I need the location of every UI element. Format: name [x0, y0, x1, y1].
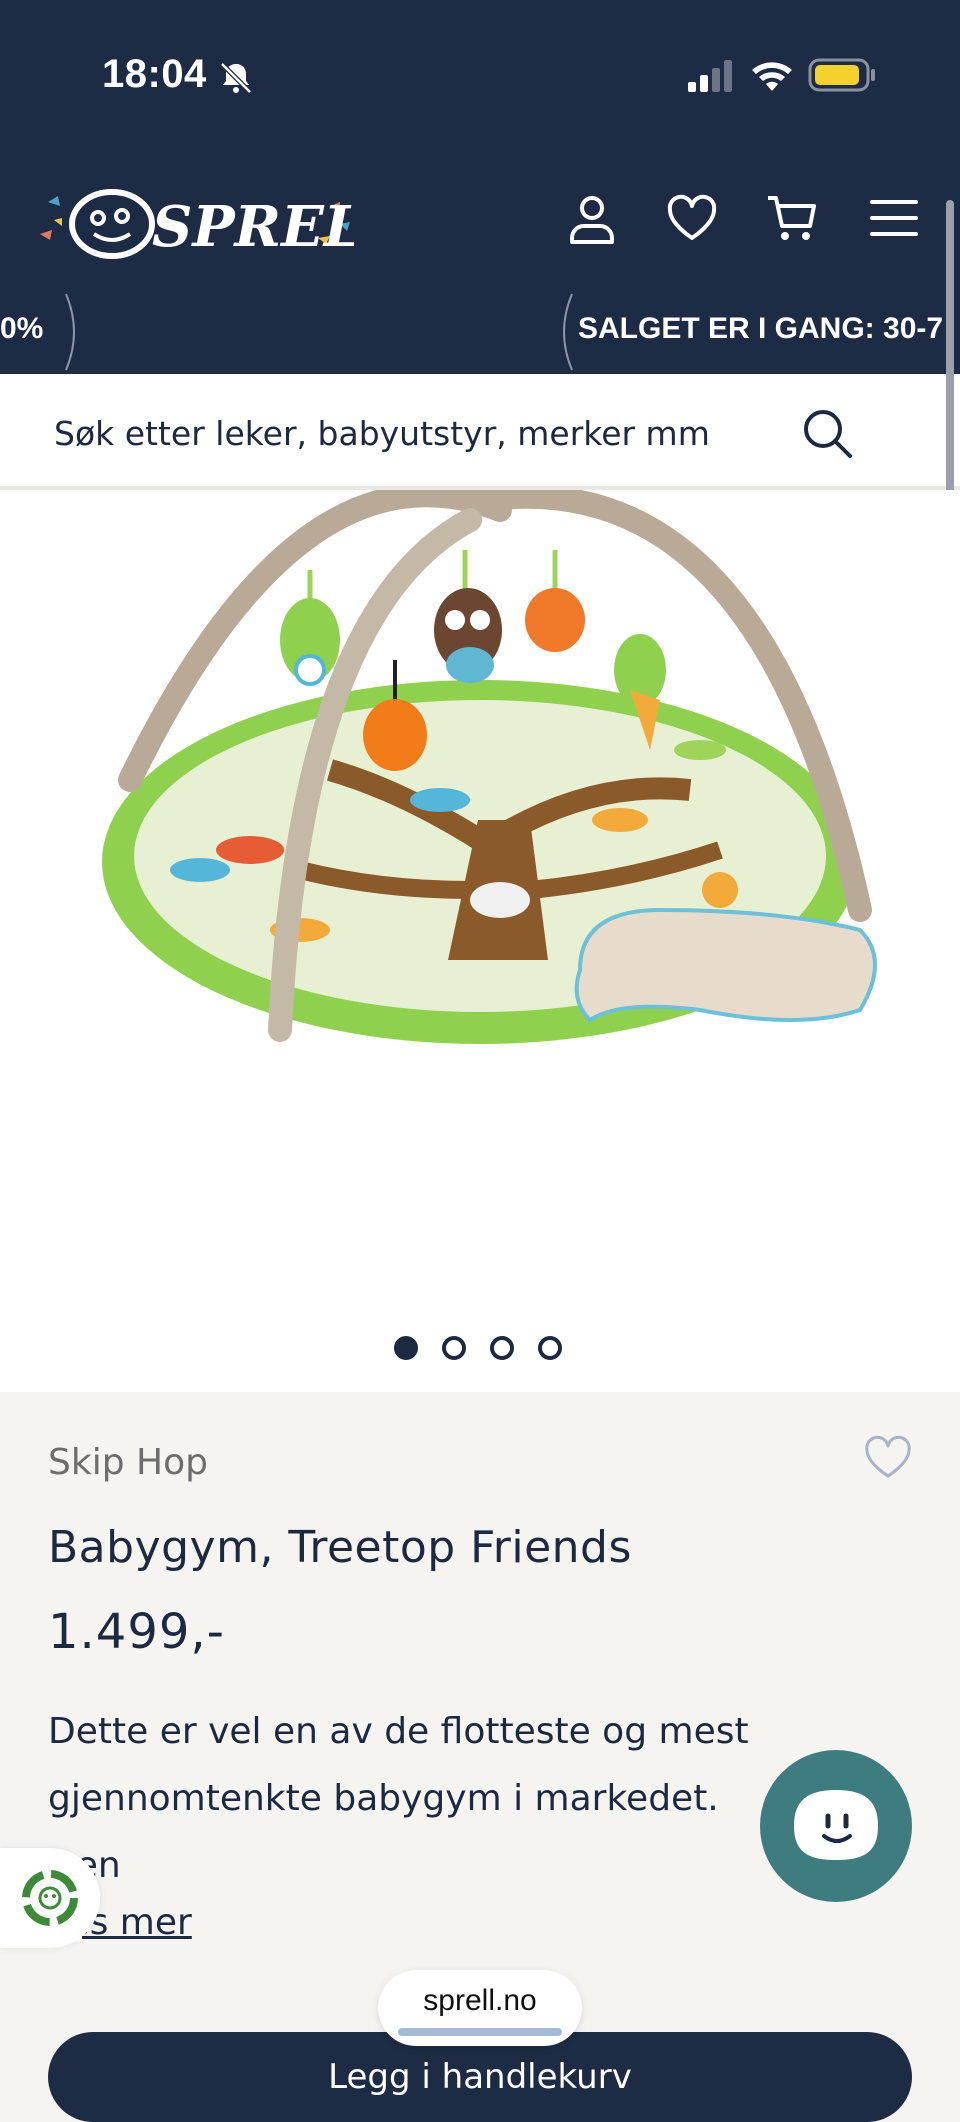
url-text: sprell.no: [423, 1984, 537, 2017]
battery-icon: [808, 58, 875, 92]
bell-slash-icon: [220, 62, 252, 94]
promo-text-left: 0%: [0, 312, 44, 345]
gallery-dot-4[interactable]: [538, 1336, 562, 1360]
search-bar: [0, 374, 960, 490]
wifi-icon: [752, 62, 792, 91]
gallery-dot-2[interactable]: [442, 1336, 466, 1360]
url-progress-bar: [398, 2028, 562, 2036]
promo-divider: [65, 293, 75, 371]
eco-badge[interactable]: [0, 1848, 100, 1948]
search-icon[interactable]: [800, 406, 856, 462]
product-description: Dette er vel en av de flotteste og mest …: [48, 1711, 749, 1886]
product-gallery[interactable]: [0, 490, 960, 1392]
account-icon[interactable]: [564, 190, 620, 246]
heart-icon[interactable]: [664, 190, 720, 246]
promo-divider: [563, 293, 573, 371]
gallery-dots: [392, 1336, 572, 1366]
promo-strip[interactable]: 0% SALGET ER I GANG: 30-7: [0, 290, 960, 374]
menu-icon[interactable]: [866, 190, 922, 246]
gallery-dot-3[interactable]: [490, 1336, 514, 1360]
cart-icon[interactable]: [764, 190, 820, 246]
brand-name[interactable]: Skip Hop: [48, 1442, 208, 1483]
search-input[interactable]: [52, 408, 776, 458]
cellular-signal-icon: [688, 60, 732, 92]
promo-text-right: SALGET ER I GANG: 30-7: [578, 312, 944, 345]
product-price: 1.499,-: [48, 1604, 225, 1660]
product-title: Babygym, Treetop Friends: [48, 1522, 632, 1573]
browser-url-pill[interactable]: sprell.no: [378, 1970, 582, 2046]
logo-text: SPRELL: [152, 194, 354, 260]
chat-button[interactable]: [760, 1750, 912, 1902]
gallery-dot-1[interactable]: [394, 1336, 418, 1360]
recycle-icon: [22, 1870, 78, 1926]
heart-icon[interactable]: [862, 1432, 914, 1484]
product-image[interactable]: [0, 490, 960, 1090]
chat-face-icon: [794, 1790, 878, 1860]
status-bar: 18:04: [0, 0, 960, 150]
add-to-cart-label: Legg i handlekurv: [328, 2057, 632, 2097]
status-time: 18:04: [102, 52, 207, 96]
sprell-logo[interactable]: SPRELL: [34, 176, 354, 266]
